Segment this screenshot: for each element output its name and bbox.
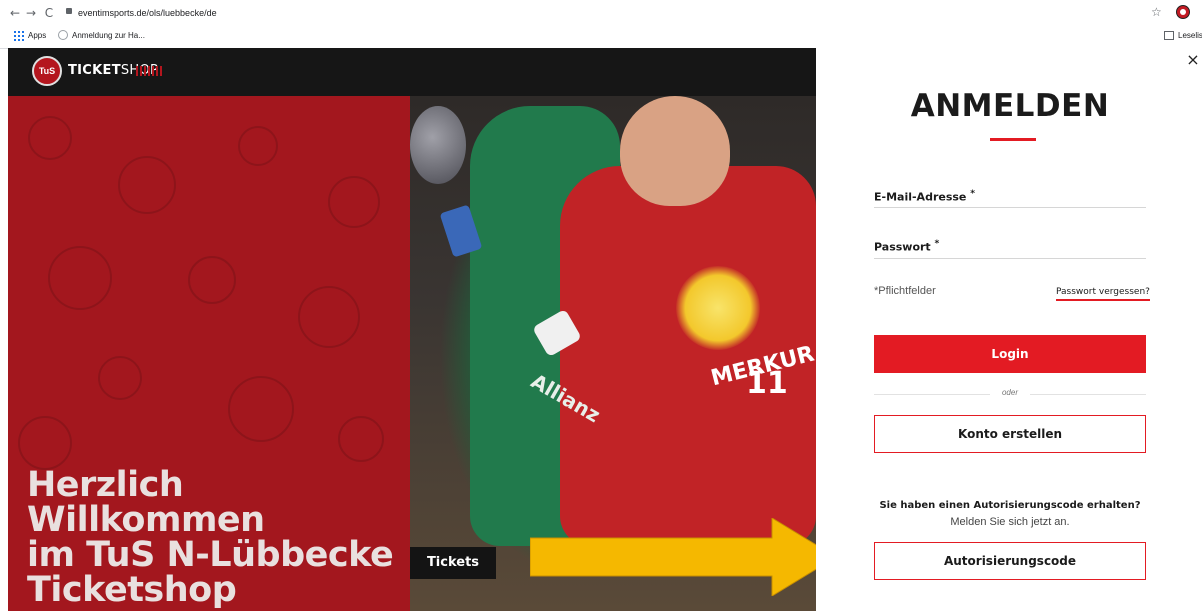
pattern-shape [228,376,294,442]
forgot-password-link[interactable]: Passwort vergessen? [1056,287,1150,301]
bookmark-apps[interactable]: Apps [28,29,46,43]
title-underline [990,138,1036,141]
required-note: *Pflichtfelder [874,285,936,297]
pattern-shape [298,286,360,348]
jersey-number: 11 [746,366,788,401]
star-icon[interactable]: ☆ [1151,5,1162,19]
profile-icon[interactable] [1176,5,1190,19]
reading-list[interactable]: Leselis [1178,29,1202,43]
globe-icon [58,30,68,40]
email-field-underline [874,207,1146,208]
handball [410,106,466,184]
lock-icon [66,8,72,14]
tab-tickets[interactable]: Tickets [410,547,496,579]
reading-list-icon[interactable] [1164,31,1174,40]
auth-code-subtext: Melden Sie sich jetzt an. [950,516,1070,528]
pattern-shape [48,246,112,310]
modal-title: ANMELDEN [910,88,1110,124]
create-account-button[interactable]: Konto erstellen [874,415,1146,453]
password-field[interactable] [874,236,1150,260]
pattern-shape [338,416,384,462]
address-bar[interactable]: eventimsports.de/ols/luebbecke/de [78,5,217,21]
auth-code-button[interactable]: Autorisierungscode [874,542,1146,580]
hero-title-line: Herzlich Willkommen [27,465,265,540]
club-logo[interactable]: TuS [32,56,62,86]
close-icon[interactable]: × [1186,52,1200,68]
pattern-shape [118,156,176,214]
hero-title-line: im TuS N-Lübbecke [27,535,394,575]
pattern-shape [98,356,142,400]
hero-title-line: Ticketshop [27,570,237,610]
reload-icon[interactable]: C [42,6,56,20]
sponsor-sun-logo [676,266,760,350]
annotation-arrow [530,518,836,596]
password-field-underline [874,258,1146,259]
logo-text-bold: TICKET [68,63,121,78]
pattern-shape [28,116,72,160]
bookmark-anmeldung[interactable]: Anmeldung zur Ha... [72,29,145,43]
player-head [620,96,730,206]
hero-title: Herzlich Willkommen im TuS N-Lübbecke Ti… [27,468,407,608]
forward-icon[interactable]: → [24,6,38,20]
pattern-shape [238,126,278,166]
site-header: TuS TICKETSHOP [8,48,816,96]
back-icon[interactable]: ← [8,6,22,20]
pattern-shape [328,176,380,228]
auth-code-heading: Sie haben einen Autorisierungscode erhal… [879,500,1141,511]
pattern-shape [188,256,236,304]
apps-icon[interactable] [14,31,24,41]
browser-chrome: ← → C eventimsports.de/ols/luebbecke/de … [0,0,1202,49]
login-button[interactable]: Login [874,335,1146,373]
logo-stripes [136,66,162,76]
or-divider-text: oder [990,388,1030,397]
pattern-shape [18,416,72,470]
arrow-shape [530,518,836,596]
